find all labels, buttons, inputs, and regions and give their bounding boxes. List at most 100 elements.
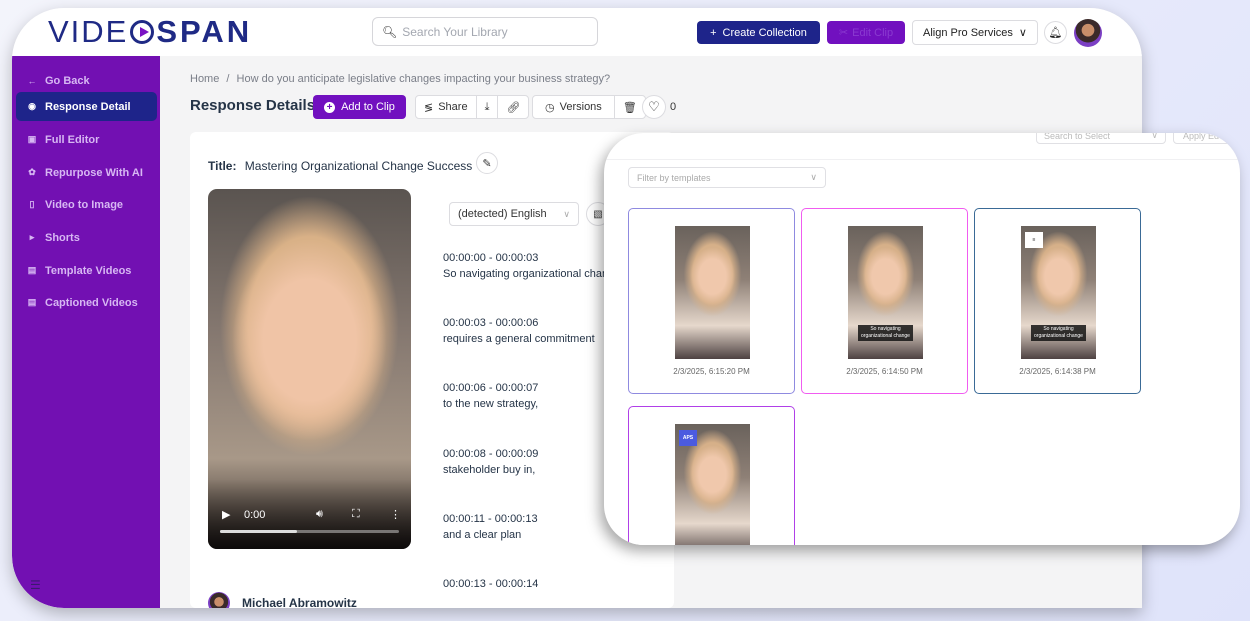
video-shade — [208, 479, 411, 549]
aps-logo-badge: APS — [679, 430, 697, 446]
transcript-segment[interactable]: 00:00:06 - 00:00:07 to the new strategy, — [443, 380, 538, 412]
sidebar-item-video-to-image[interactable]: ▯ Video to Image — [16, 190, 157, 219]
video-progress-bar[interactable] — [220, 530, 399, 533]
share-button[interactable]: ≶ Share — [416, 96, 476, 118]
sidebar-item-full-editor[interactable]: ▣ Full Editor — [16, 125, 157, 154]
plus-circle-icon: + — [324, 101, 336, 113]
sidebar-item-repurpose-ai[interactable]: ✿ Repurpose With AI — [16, 158, 157, 187]
breadcrumb-separator: / — [226, 73, 230, 85]
video-thumbnail: So navigating organizational change — [848, 226, 923, 359]
chevron-down-icon: ∨ — [1018, 27, 1027, 39]
pencil-icon: ✎ — [482, 157, 492, 170]
transcript-segment[interactable]: 00:00:08 - 00:00:09 stakeholder buy in, — [443, 446, 538, 478]
add-to-clip-button[interactable]: + Add to Clip — [313, 95, 406, 119]
document-icon: ▤ — [27, 265, 37, 275]
clock-icon: ◷ — [545, 101, 555, 114]
videospan-logo[interactable]: VIDE SPAN — [48, 14, 252, 49]
image-add-icon: ▧ — [593, 208, 603, 220]
caption-overlay: So navigating organizational change — [1031, 325, 1086, 341]
segment-time: 00:00:11 - 00:00:13 — [443, 513, 538, 525]
template-video-tile[interactable]: 2/3/2025, 6:15:20 PM — [628, 208, 795, 394]
caption-overlay: So navigating organizational change — [858, 325, 913, 341]
apply-button[interactable]: Apply Ed — [1173, 133, 1240, 144]
language-select[interactable]: (detected) English ∨ — [449, 202, 579, 226]
sidebar-item-captioned-videos[interactable]: ▤ Captioned Videos — [16, 288, 157, 317]
template-videos-panel: Search to Select ∨ Apply Ed Filter by te… — [604, 133, 1240, 545]
download-icon: ⤓ — [484, 100, 490, 113]
breadcrumb-home[interactable]: Home — [190, 73, 219, 85]
create-collection-label: Create Collection — [722, 26, 807, 39]
sidebar-item-template-videos[interactable]: ▤ Template Videos — [16, 256, 157, 285]
plus-icon: + — [710, 26, 717, 39]
search-input[interactable]: 🔍︎ Search Your Library — [372, 17, 598, 46]
tile-date: 2/3/2025, 6:14:50 PM — [846, 367, 923, 376]
copy-link-button[interactable]: 🔗︎ — [497, 96, 528, 118]
divider — [604, 159, 1240, 160]
transcript-segment[interactable]: 00:00:11 - 00:00:13 and a clear plan — [443, 511, 538, 543]
sidebar-item-response-detail[interactable]: ◉ Response Detail — [16, 92, 157, 121]
editor-icon: ▣ — [27, 134, 37, 144]
volume-icon[interactable]: 🔊︎ — [316, 508, 323, 521]
video-progress-fill — [220, 530, 297, 533]
sidebar-item-go-back[interactable]: ← Go Back — [16, 66, 157, 95]
title-row: Title: Mastering Organizational Change S… — [208, 159, 472, 173]
transcript-segment[interactable]: 00:00:03 - 00:00:06 requires a general c… — [443, 315, 595, 347]
transcript-segment[interactable]: 00:00:00 - 00:00:03 So navigating organi… — [443, 250, 620, 282]
page-title: Response Details — [190, 97, 316, 114]
versions-group: ◷ Versions 🗑︎ — [532, 95, 646, 119]
document-icon: ▤ — [27, 297, 37, 307]
share-icon: ≶ — [424, 101, 434, 114]
apply-label: Apply Ed — [1183, 133, 1220, 141]
play-square-icon: ▸ — [29, 232, 35, 242]
link-icon: 🔗︎ — [506, 101, 521, 114]
versions-button[interactable]: ◷ Versions — [533, 96, 614, 118]
sidebar-item-label: Shorts — [45, 231, 80, 244]
template-video-tile[interactable]: So navigating organizational change 2/3/… — [801, 208, 968, 394]
segment-time: 00:00:00 - 00:00:03 — [443, 252, 539, 264]
ai-icon: ✿ — [28, 167, 36, 177]
edit-clip-label: Edit Clip — [852, 26, 894, 39]
notifications-button[interactable]: 🔔︎ — [1044, 21, 1067, 44]
sidebar-item-label: Template Videos — [45, 264, 132, 277]
chevron-down-icon: ∨ — [810, 172, 817, 182]
template-video-tile[interactable]: APS — [628, 406, 795, 545]
more-options-icon[interactable]: ⋮ — [390, 508, 401, 521]
versions-label: Versions — [559, 101, 602, 113]
transcript-segment[interactable]: 00:00:13 - 00:00:14 — [443, 576, 538, 592]
video-player[interactable]: ▶ 0:00 🔊︎ ⛶ ⋮ — [208, 189, 411, 549]
play-circle-icon — [130, 20, 155, 44]
collapse-sidebar-icon[interactable]: ☰ — [30, 578, 41, 592]
sidebar-item-label: Go Back — [45, 74, 90, 87]
edit-clip-button[interactable]: ✂︎ Edit Clip — [827, 21, 905, 44]
segment-time: 00:00:08 - 00:00:09 — [443, 448, 539, 460]
organization-dropdown[interactable]: Align Pro Services ∨ — [912, 20, 1038, 45]
filter-templates-dropdown[interactable]: Filter by templates ∨ — [628, 167, 826, 188]
breadcrumb: Home / How do you anticipate legislative… — [190, 73, 610, 85]
video-thumbnail: APS — [675, 424, 750, 545]
search-to-select-dropdown[interactable]: Search to Select ∨ — [1036, 133, 1166, 144]
segment-text: stakeholder buy in, — [443, 464, 536, 476]
download-button[interactable]: ⤓ — [475, 96, 498, 118]
like-count: 0 — [670, 101, 677, 113]
video-thumbnail — [675, 226, 750, 359]
language-value: (detected) English — [458, 208, 547, 220]
play-icon[interactable]: ▶ — [222, 508, 230, 521]
like-button[interactable]: ♡ — [642, 95, 666, 119]
template-video-tile[interactable]: ≡ So navigating organizational change 2/… — [974, 208, 1141, 394]
sidebar-item-shorts[interactable]: ▸ Shorts — [16, 223, 157, 252]
fullscreen-icon[interactable]: ⛶ — [352, 508, 360, 521]
create-collection-button[interactable]: + Create Collection — [697, 21, 820, 44]
speaker: Michael Abramowitz — [208, 592, 357, 608]
title-label: Title: — [208, 159, 237, 173]
segment-time: 00:00:06 - 00:00:07 — [443, 382, 539, 394]
tile-date: 2/3/2025, 6:15:20 PM — [673, 367, 750, 376]
chevron-down-icon: ∨ — [1151, 133, 1158, 140]
sidebar-item-label: Repurpose With AI — [45, 166, 143, 179]
edit-title-button[interactable]: ✎ — [476, 152, 498, 174]
sidebar-item-label: Video to Image — [45, 198, 124, 211]
delete-button[interactable]: 🗑︎ — [613, 96, 645, 118]
speaker-avatar — [208, 592, 230, 608]
response-card: Title: Mastering Organizational Change S… — [190, 132, 674, 608]
user-avatar[interactable] — [1074, 19, 1102, 47]
add-to-clip-label: Add to Clip — [341, 101, 395, 113]
